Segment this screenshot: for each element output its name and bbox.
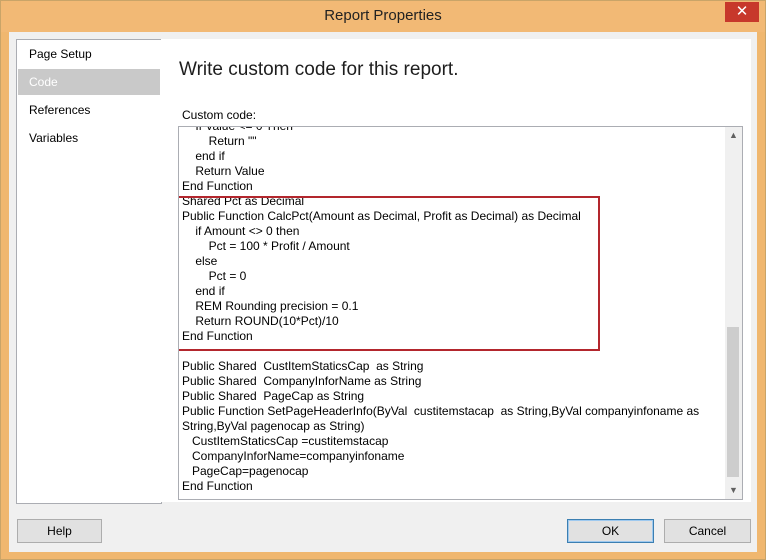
sidebar-item-references[interactable]: References bbox=[18, 97, 160, 123]
cancel-button[interactable]: Cancel bbox=[664, 519, 751, 543]
scrollbar-thumb[interactable] bbox=[727, 327, 739, 477]
code-line: PageCap=pagenocap bbox=[182, 464, 309, 478]
code-line: String,ByVal pagenocap as String) bbox=[182, 419, 365, 433]
help-button[interactable]: Help bbox=[17, 519, 102, 543]
window-title: Report Properties bbox=[324, 7, 442, 24]
code-line: CompanyInforName=companyinfoname bbox=[182, 449, 405, 463]
code-line: Return "" bbox=[182, 134, 257, 148]
close-button[interactable]: ✕ bbox=[725, 2, 759, 22]
code-line: CustItemStaticsCap =custitemstacap bbox=[182, 434, 389, 448]
code-line: End Function bbox=[182, 479, 253, 493]
code-line: Public Shared CompanyInforName as String bbox=[182, 374, 422, 388]
title-bar: Report Properties ✕ bbox=[1, 1, 765, 32]
code-line: Return Value bbox=[182, 164, 265, 178]
ok-button[interactable]: OK bbox=[567, 519, 654, 543]
sidebar-item-variables[interactable]: Variables bbox=[18, 125, 160, 151]
page-title: Write custom code for this report. bbox=[179, 59, 459, 80]
report-properties-dialog: Report Properties ✕ Page Setup Code Refe… bbox=[0, 0, 766, 560]
code-line: Public Function SetPageHeaderInfo(ByVal … bbox=[182, 404, 700, 418]
code-page: Write custom code for this report. Custo… bbox=[161, 39, 751, 502]
highlight-annotation bbox=[179, 196, 600, 351]
scroll-up-icon[interactable]: ▲ bbox=[725, 127, 742, 144]
sidebar-item-code[interactable]: Code bbox=[18, 69, 160, 95]
code-line: end if bbox=[182, 149, 225, 163]
code-line: Public Shared PageCap as String bbox=[182, 389, 365, 403]
vertical-scrollbar[interactable]: ▲ ▼ bbox=[725, 127, 742, 499]
custom-code-textarea[interactable]: If Value <= 0 Then Return "" end if Retu… bbox=[178, 126, 743, 500]
code-line: End Function bbox=[182, 179, 253, 193]
custom-code-label: Custom code: bbox=[182, 108, 257, 122]
sidebar-item-page-setup[interactable]: Page Setup bbox=[18, 41, 160, 67]
code-line: If Value <= 0 Then bbox=[182, 126, 293, 133]
code-line: Public Shared CustItemStaticsCap as Stri… bbox=[182, 359, 424, 373]
dialog-body: Page Setup Code References Variables Wri… bbox=[9, 32, 757, 552]
scroll-down-icon[interactable]: ▼ bbox=[725, 482, 742, 499]
sidebar-nav: Page Setup Code References Variables bbox=[16, 39, 162, 504]
dialog-footer: Help OK Cancel bbox=[9, 502, 757, 552]
close-icon: ✕ bbox=[735, 3, 749, 20]
